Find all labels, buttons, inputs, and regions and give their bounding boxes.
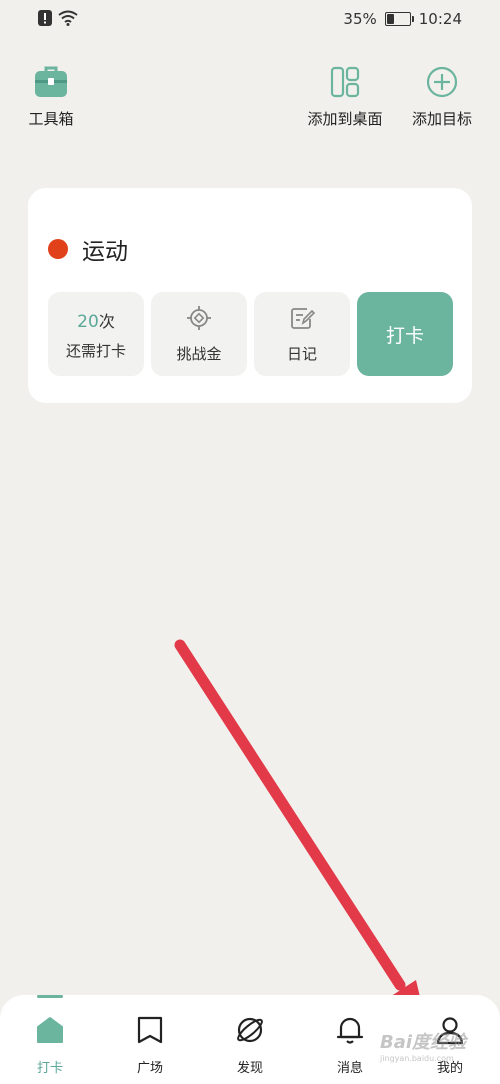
nav-tab-plaza[interactable]: 广场	[120, 1015, 180, 1076]
clock: 10:24	[418, 10, 462, 28]
add-goal-label: 添加目标	[411, 110, 472, 128]
challenge-money-label: 挑战金	[176, 344, 222, 363]
watermark: Bai度经验 jingyan.baidu.com	[380, 1032, 467, 1063]
diary-label: 日记	[286, 344, 317, 363]
check-in-button[interactable]: 打卡	[357, 292, 453, 376]
bell-icon	[335, 1015, 365, 1049]
nav-tab-label: 消息	[336, 1061, 363, 1076]
add-to-desktop-label: 添加到桌面	[307, 110, 383, 128]
toolbox-button[interactable]: 工具箱	[26, 66, 76, 129]
nav-tab-label: 发现	[236, 1061, 263, 1076]
diary-edit-icon	[289, 305, 316, 343]
add-to-desktop-button[interactable]: 添加到桌面	[305, 66, 385, 129]
add-goal-button[interactable]: 添加目标	[404, 66, 480, 129]
battery-level-fill	[386, 14, 394, 24]
habit-title: 运动	[82, 239, 128, 265]
habit-card-header: 运动	[48, 232, 128, 266]
remaining-checkins-tile[interactable]: 20次 还需打卡	[48, 292, 144, 376]
bookmark-icon	[135, 1015, 165, 1049]
remaining-label: 还需打卡	[65, 341, 126, 360]
remaining-count: 20次	[77, 311, 115, 332]
toolbox-label: 工具箱	[28, 110, 74, 128]
widget-layout-icon	[330, 66, 360, 102]
nav-tab-label: 打卡	[36, 1061, 63, 1076]
habit-color-dot	[48, 239, 68, 259]
habit-card[interactable]: 运动 20次 还需打卡 挑战金 日记 打卡	[28, 188, 472, 403]
toolbox-icon	[34, 66, 68, 102]
challenge-money-tile[interactable]: 挑战金	[151, 292, 247, 376]
planet-icon	[235, 1015, 265, 1049]
home-icon	[35, 1015, 65, 1049]
nav-tab-label: 广场	[136, 1061, 163, 1076]
nav-tab-discover[interactable]: 发现	[220, 1015, 280, 1076]
wifi-icon	[58, 10, 78, 30]
plus-circle-icon	[426, 66, 458, 102]
notification-alert-icon	[38, 10, 52, 30]
battery-icon	[384, 12, 414, 26]
active-tab-indicator	[37, 995, 63, 998]
annotation-arrow	[174, 639, 432, 1048]
target-coin-icon	[185, 305, 213, 343]
diary-tile[interactable]: 日记	[254, 292, 350, 376]
battery-percent: 35%	[343, 10, 377, 28]
nav-tab-checkin[interactable]: 打卡	[20, 1015, 80, 1076]
status-bar: 35% 10:24	[0, 0, 500, 40]
nav-tab-messages[interactable]: 消息	[320, 1015, 380, 1076]
